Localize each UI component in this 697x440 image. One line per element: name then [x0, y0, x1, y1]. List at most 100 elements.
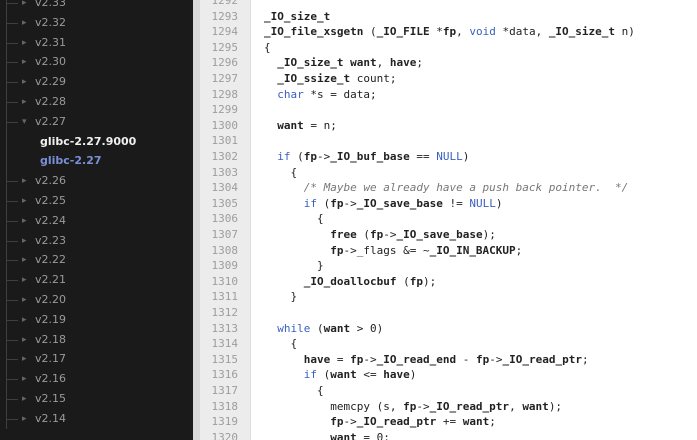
tree-node-label: v2.23 [35, 233, 67, 247]
chevron-right-icon[interactable]: ▸ [22, 409, 27, 429]
tree-node-v2-20[interactable]: ▸ v2.20 [0, 290, 193, 310]
tree-leaf-glibc-2-27[interactable]: glibc-2.27 [0, 151, 193, 172]
line-number: 1299 [211, 103, 239, 117]
tree-node-v2-15[interactable]: ▸ v2.15 [0, 389, 193, 409]
tree-node-v2-28[interactable]: ▸ v2.28 [0, 92, 193, 112]
tree-node-label: v2.31 [35, 35, 67, 49]
chevron-right-icon[interactable]: ▸ [22, 349, 27, 369]
tree-node-v2-18[interactable]: ▸ v2.18 [0, 329, 193, 350]
tree-node-label: v2.14 [35, 411, 67, 425]
pane-divider[interactable] [193, 0, 200, 440]
code-line: 1294 _IO_file_xsgetn (_IO_FILE *fp, void … [200, 24, 697, 40]
code-line: 1318 memcpy (s, fp->_IO_read_ptr, want); [200, 399, 697, 415]
line-number: 1293 [211, 9, 239, 23]
chevron-right-icon[interactable]: ▸ [22, 369, 27, 389]
chevron-right-icon[interactable]: ▸ [22, 52, 27, 72]
tree-branch-line [6, 319, 18, 321]
chevron-right-icon[interactable]: ▸ [22, 231, 27, 251]
chevron-right-icon[interactable]: ▸ [22, 310, 27, 330]
line-number: 1300 [211, 118, 239, 132]
line-number: 1307 [211, 228, 239, 241]
tree-node-v2-24[interactable]: ▸ v2.24 [0, 210, 193, 231]
code-line: 1306 { [200, 211, 697, 227]
code-text: want = n; [277, 118, 337, 132]
tree-branch-line [6, 379, 18, 381]
code-text: { [264, 384, 324, 397]
chevron-right-icon[interactable]: ▸ [22, 33, 27, 53]
tree-node-label: v2.33 [35, 0, 67, 9]
chevron-right-icon[interactable]: ▸ [22, 171, 27, 191]
tree-node-v2-32[interactable]: ▸ v2.32 [0, 12, 193, 33]
tree-node-label: v2.19 [35, 312, 67, 326]
tree-branch-line [6, 260, 18, 262]
tree-node-label: v2.22 [35, 253, 67, 267]
tree-branch-line [6, 359, 18, 361]
tree-node-v2-25[interactable]: ▸ v2.25 [0, 191, 193, 211]
chevron-right-icon[interactable]: ▸ [22, 13, 27, 33]
code-text: fp->_flags &= ~_IO_IN_BACKUP; [330, 243, 523, 257]
code-text: /* Maybe we already have a push back poi… [303, 181, 629, 195]
chevron-right-icon[interactable]: ▸ [22, 250, 27, 270]
code-line: 1313 while (want > 0) [200, 321, 697, 337]
chevron-right-icon[interactable]: ▸ [22, 92, 27, 112]
code-text: { [264, 40, 271, 54]
tree-branch-line [6, 201, 18, 202]
tree-branch-line [6, 42, 18, 44]
tree-node-v2-22[interactable]: ▸ v2.22 [0, 250, 193, 271]
code-text: if (fp->_IO_save_base != NULL) [303, 196, 503, 210]
tree-leaf-label: glibc-2.27.9000 [40, 134, 137, 148]
line-number: 1308 [211, 243, 239, 257]
tree-node-v2-21[interactable]: ▸ v2.21 [0, 270, 193, 291]
chevron-right-icon[interactable]: ▸ [22, 191, 27, 211]
line-number: 1319 [211, 415, 239, 429]
code-text: _IO_file_xsgetn (_IO_FILE *fp, void *dat… [264, 25, 635, 39]
code-line: 1305 if (fp->_IO_save_base != NULL) [200, 196, 697, 212]
tree-node-v2-14[interactable]: ▸ v2.14 [0, 408, 193, 429]
code-line: 1299 [200, 102, 697, 118]
chevron-right-icon[interactable]: ▸ [22, 72, 27, 92]
chevron-right-icon[interactable]: ▸ [22, 211, 27, 231]
tree-node-v2-31[interactable]: ▸ v2.31 [0, 32, 193, 53]
tree-leaf-glibc-2-27-9000[interactable]: glibc-2.27.9000 [0, 131, 193, 152]
tree-node-v2-29[interactable]: ▸ v2.29 [0, 72, 193, 93]
line-number: 1302 [211, 150, 239, 163]
code-line: 1296 _IO_size_t want, have; [200, 55, 697, 71]
code-line: 1316 if (want <= have) [200, 367, 697, 383]
chevron-right-icon[interactable]: ▸ [22, 389, 27, 409]
tree-node-v2-27[interactable]: ▾ v2.27 [0, 111, 193, 132]
code-line: 1315 have = fp->_IO_read_end - fp->_IO_r… [200, 352, 697, 368]
code-text: } [264, 290, 298, 304]
code-line: 1300 want = n; [200, 118, 697, 134]
code-line: 1314 { [200, 336, 697, 352]
code-text: } [264, 259, 324, 273]
code-line: 1320 want = 0; [200, 430, 697, 440]
chevron-down-icon[interactable]: ▾ [22, 112, 27, 132]
line-number: 1309 [211, 259, 239, 273]
tree-branch-line [6, 102, 18, 103]
tree-node-label: v2.28 [35, 95, 67, 108]
tree-node-v2-33[interactable]: ▸ v2.33 [0, 0, 193, 13]
version-tree-sidebar: ▸ v2.33 ▸ v2.32 ▸ v2.31 ▸ v2.30 ▸ v2.29 ▸ v2.28 ▾ v2.… [0, 0, 193, 440]
code-line: 1295 { [200, 40, 697, 56]
code-line: 1308 fp->_flags &= ~_IO_IN_BACKUP; [200, 243, 697, 259]
tree-node-v2-26[interactable]: ▸ v2.26 [0, 171, 193, 192]
chevron-right-icon[interactable]: ▸ [22, 270, 27, 290]
code-text: _IO_doallocbuf (fp); [303, 274, 437, 288]
chevron-right-icon[interactable]: ▸ [22, 290, 27, 310]
tree-node-v2-30[interactable]: ▸ v2.30 [0, 52, 193, 73]
line-number: 1314 [211, 337, 239, 351]
tree-branch-line [6, 240, 18, 242]
tree-branch-line [6, 418, 18, 420]
tree-node-v2-17[interactable]: ▸ v2.17 [0, 349, 193, 370]
code-line: 1312 [200, 305, 697, 321]
code-line: 1307 free (fp->_IO_save_base); [200, 227, 697, 243]
tree-node-v2-19[interactable]: ▸ v2.19 [0, 309, 193, 330]
tree-node-v2-16[interactable]: ▸ v2.16 [0, 369, 193, 390]
tree-node-v2-23[interactable]: ▸ v2.23 [0, 230, 193, 251]
chevron-right-icon[interactable]: ▸ [22, 330, 27, 350]
code-line: 1310 _IO_doallocbuf (fp); [200, 274, 697, 290]
code-text: have = fp->_IO_read_end - fp->_IO_read_p… [303, 352, 589, 366]
chevron-right-icon[interactable]: ▸ [22, 0, 27, 13]
tree-branch-line [6, 220, 18, 222]
line-number: 1315 [211, 352, 239, 366]
